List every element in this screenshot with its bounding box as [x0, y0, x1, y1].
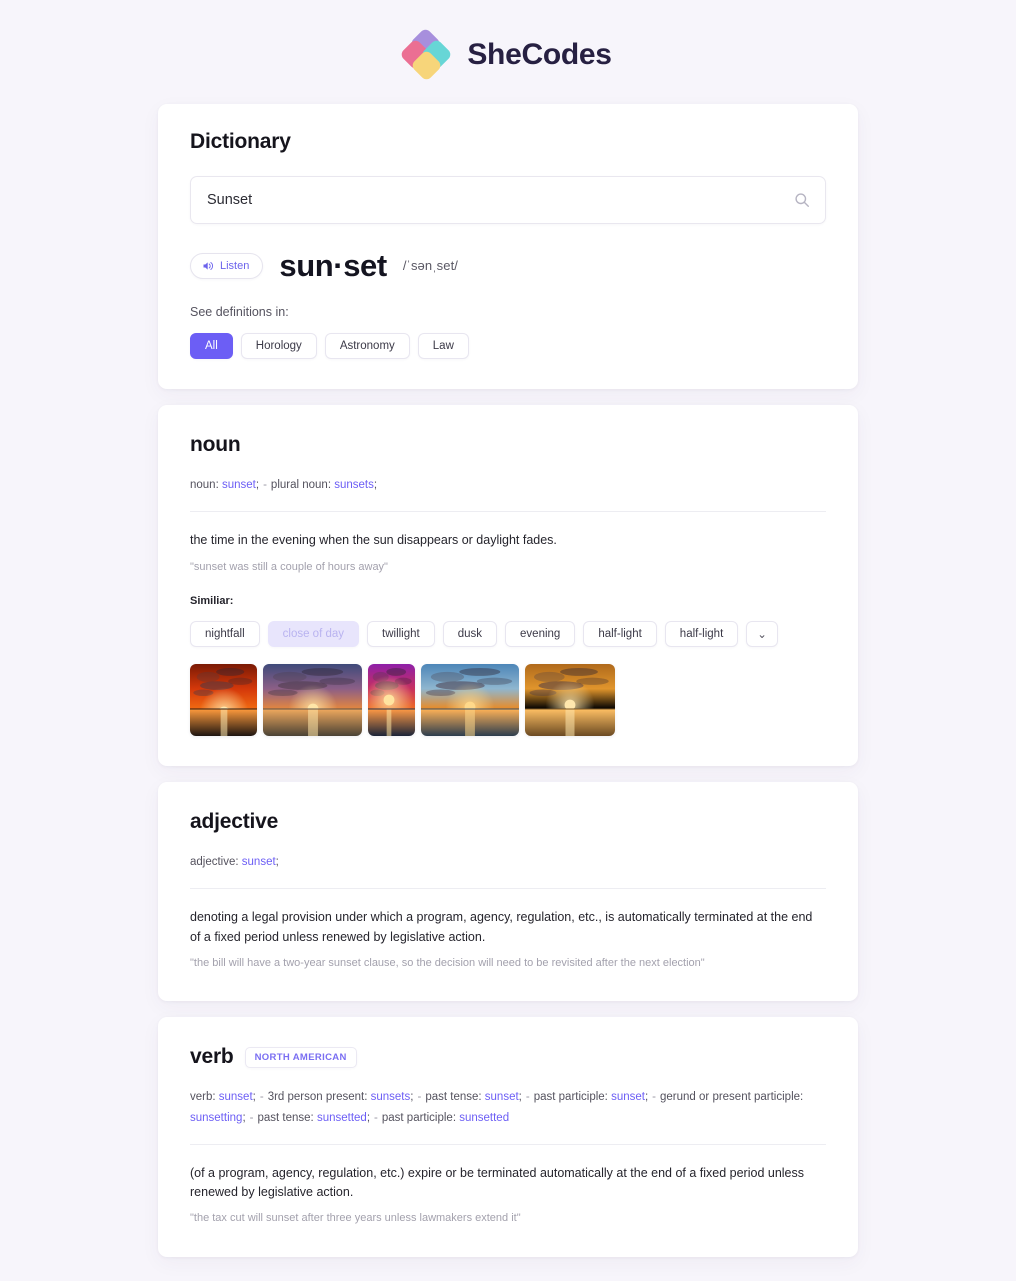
synonym-chip[interactable]: close of day [267, 621, 360, 647]
sunset-photo-5[interactable] [525, 664, 615, 736]
speaker-icon [202, 260, 214, 272]
filter-chip[interactable]: Horology [240, 333, 317, 359]
synonym-chip[interactable]: twillight [367, 621, 435, 647]
phonetic-transcription: /ˈsənˌset/ [402, 258, 458, 273]
pronunciation-row: Listen sun·set /ˈsənˌset/ [190, 250, 826, 281]
inflection-word[interactable]: sunset [485, 1091, 519, 1103]
sunset-photo-1[interactable] [190, 664, 257, 736]
inflection-word[interactable]: sunsetted [317, 1112, 367, 1124]
inflection-label: past tense: [425, 1091, 485, 1104]
definition-text: (of a program, agency, regulation, etc.)… [190, 1165, 804, 1199]
region-tag: NORTH AMERICAN [244, 1046, 357, 1068]
inflection-label: adjective: [190, 856, 242, 868]
headword: sun·set [279, 248, 387, 283]
search-input[interactable] [191, 177, 825, 223]
page-title: Dictionary [190, 130, 291, 153]
inflection-separator: - [525, 1091, 530, 1104]
inflection-separator: - [652, 1091, 657, 1104]
synonym-chip[interactable]: evening [505, 621, 576, 647]
inflection-separator: - [374, 1111, 378, 1124]
pos-heading-row: adjective [190, 810, 826, 834]
synonym-chip[interactable]: half-light [583, 621, 657, 647]
chevron-down-icon[interactable]: ⌄ [746, 621, 778, 647]
definition-text: denoting a legal provision under which a… [190, 910, 813, 944]
inflection-separator: - [259, 1091, 264, 1104]
inflection-word[interactable]: sunsetted [459, 1112, 509, 1124]
filter-chip[interactable]: Astronomy [324, 333, 410, 359]
photo-strip [190, 664, 826, 736]
inflection-separator: - [417, 1091, 422, 1104]
inflection-word[interactable]: sunsets [334, 479, 374, 491]
inflection-word[interactable]: sunsets [371, 1091, 411, 1103]
definition-example: "sunset was still a couple of hours away… [190, 560, 388, 573]
see-definitions-label: See definitions in: [190, 305, 289, 319]
pos-title: noun [190, 433, 241, 456]
page-body: Dictionary Listen sun·set [0, 104, 1016, 1281]
inflection-label: past tense: [257, 1111, 317, 1124]
sunset-photo-2[interactable] [263, 664, 362, 736]
definition-card-verb: verb NORTH AMERICAN verb: sunset; -3rd pers… [158, 1017, 858, 1257]
inflection-word[interactable]: sunsetting [190, 1112, 242, 1124]
sunset-photo-3[interactable] [368, 664, 415, 736]
inflection-word[interactable]: sunset [219, 1091, 253, 1103]
synonym-chip[interactable]: dusk [442, 621, 498, 647]
inflection-word[interactable]: sunset [242, 856, 276, 868]
listen-button[interactable]: Listen [190, 252, 264, 279]
site-header: SheCodes [0, 0, 1016, 104]
inflection-label: past participle: [381, 1111, 460, 1124]
pos-title: adjective [190, 810, 279, 833]
definition-text: the time in the evening when the sun dis… [190, 533, 557, 548]
definition-example: "the tax cut will sunset after three yea… [190, 1212, 521, 1225]
definition-example: "the bill will have a two-year sunset cl… [190, 956, 705, 969]
pos-heading-row: verb NORTH AMERICAN [190, 1045, 826, 1069]
inflection-label: past participle: [533, 1091, 612, 1104]
section-divider [190, 1143, 826, 1145]
pos-title: verb [190, 1045, 234, 1069]
search-icon[interactable] [794, 192, 810, 208]
synonym-chip[interactable]: nightfall [190, 621, 260, 647]
section-divider [190, 888, 826, 890]
inflection-label: ; [373, 479, 378, 491]
brand-name: SheCodes [467, 38, 612, 71]
part-of-speech-sections: noun noun: sunset; - plural noun: sunsets; t… [0, 405, 1016, 1257]
inflection-separator: - [263, 479, 267, 491]
inflection-word[interactable]: sunset [222, 479, 256, 491]
inflection-label: verb: [190, 1091, 219, 1104]
listen-button-label: Listen [220, 259, 250, 272]
sunset-photo-4[interactable] [421, 664, 519, 736]
inflection-label: ; [275, 856, 279, 868]
shecodes-logo-mark-icon [399, 27, 456, 82]
section-divider [190, 511, 826, 513]
definition-card-noun: noun noun: sunset; - plural noun: sunsets; t… [158, 405, 858, 766]
inflection-word[interactable]: sunset [611, 1091, 645, 1103]
search-card: Dictionary Listen sun·set [158, 104, 858, 389]
inflection-label: plural noun: [270, 479, 335, 491]
inflection-list: verb: sunset; -3rd person present: sunset… [190, 1087, 826, 1127]
inflection-label: gerund or present participle: [660, 1091, 804, 1104]
definition-card-adjective: adjective adjective: sunset; denoting a le… [158, 782, 858, 1002]
shecodes-logo[interactable]: SheCodes [399, 27, 612, 82]
synonym-chips: nightfall close of day twillight dusk evenin… [190, 621, 826, 647]
similar-label: Similiar: [190, 595, 234, 607]
inflection-separator: - [249, 1111, 254, 1124]
inflection-list: adjective: sunset; [190, 852, 826, 872]
filter-chip[interactable]: Law [417, 333, 469, 359]
inflection-list: noun: sunset; - plural noun: sunsets; [190, 475, 826, 495]
synonym-chip[interactable]: half-light [664, 621, 739, 647]
search-box[interactable] [190, 176, 826, 224]
filter-chip[interactable]: All [190, 333, 233, 359]
inflection-label: noun: [190, 479, 222, 491]
definition-filter-chips: All Horology Astronomy Law [190, 333, 826, 359]
pos-heading-row: noun [190, 433, 826, 457]
inflection-label: 3rd person present: [267, 1091, 371, 1104]
